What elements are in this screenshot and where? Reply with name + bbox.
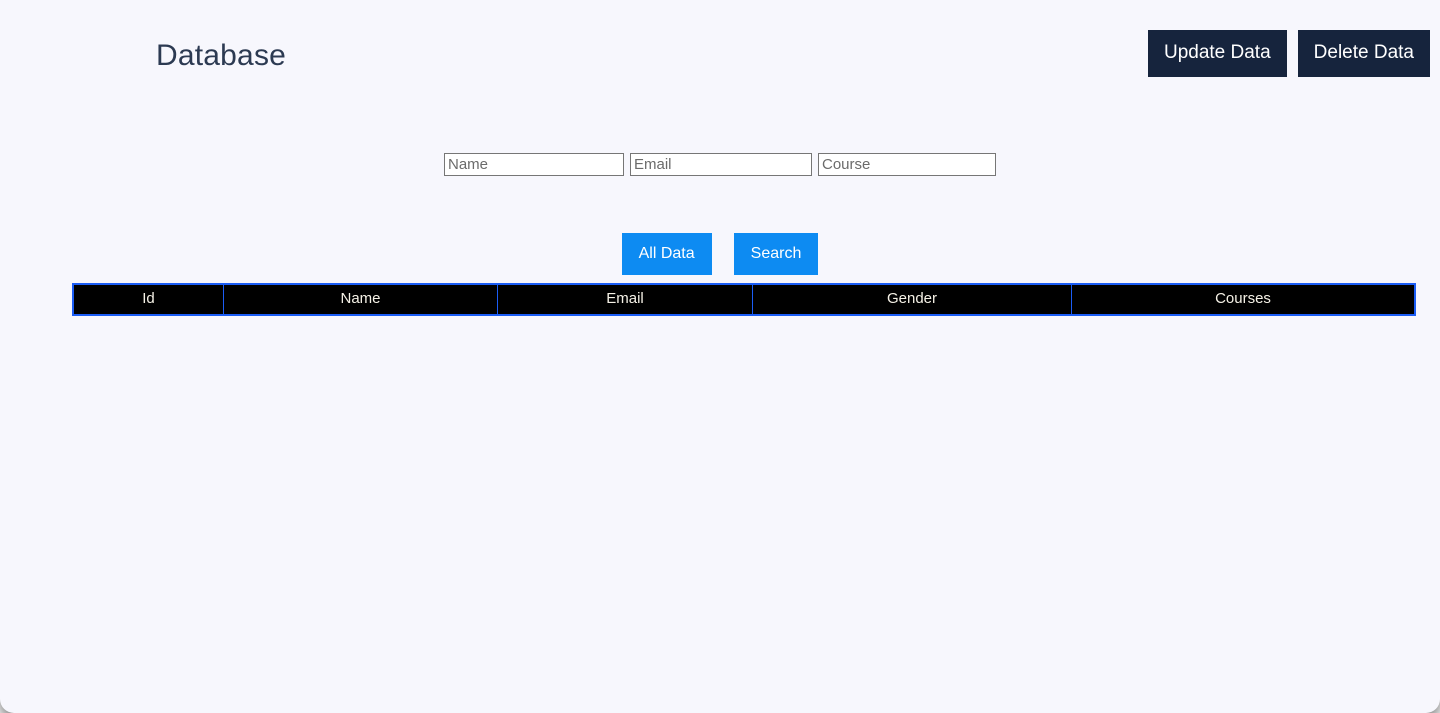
search-form — [0, 153, 1440, 176]
column-header-id[interactable]: Id — [73, 284, 224, 315]
update-data-button[interactable]: Update Data — [1147, 30, 1287, 77]
column-header-courses[interactable]: Courses — [1071, 284, 1415, 315]
course-input[interactable] — [818, 153, 996, 176]
results-table: Id Name Email Gender Courses — [72, 283, 1416, 316]
action-buttons: All Data Search — [0, 233, 1440, 275]
page-title: Database — [156, 39, 287, 72]
name-input[interactable] — [444, 153, 624, 176]
column-header-name[interactable]: Name — [223, 284, 498, 315]
column-header-gender[interactable]: Gender — [752, 284, 1072, 315]
results-table-container: Id Name Email Gender Courses — [72, 283, 1416, 316]
table-head: Id Name Email Gender Courses — [73, 284, 1415, 315]
column-header-email[interactable]: Email — [497, 284, 753, 315]
email-input[interactable] — [630, 153, 812, 176]
delete-data-button[interactable]: Delete Data — [1297, 30, 1430, 77]
all-data-button[interactable]: All Data — [621, 233, 712, 275]
page-header: Database Update Data Delete Data — [0, 0, 1440, 110]
header-actions: Update Data Delete Data — [1147, 30, 1430, 77]
search-button[interactable]: Search — [733, 233, 819, 275]
app-page: Database Update Data Delete Data All Dat… — [0, 0, 1440, 713]
table-header-row: Id Name Email Gender Courses — [73, 284, 1415, 315]
